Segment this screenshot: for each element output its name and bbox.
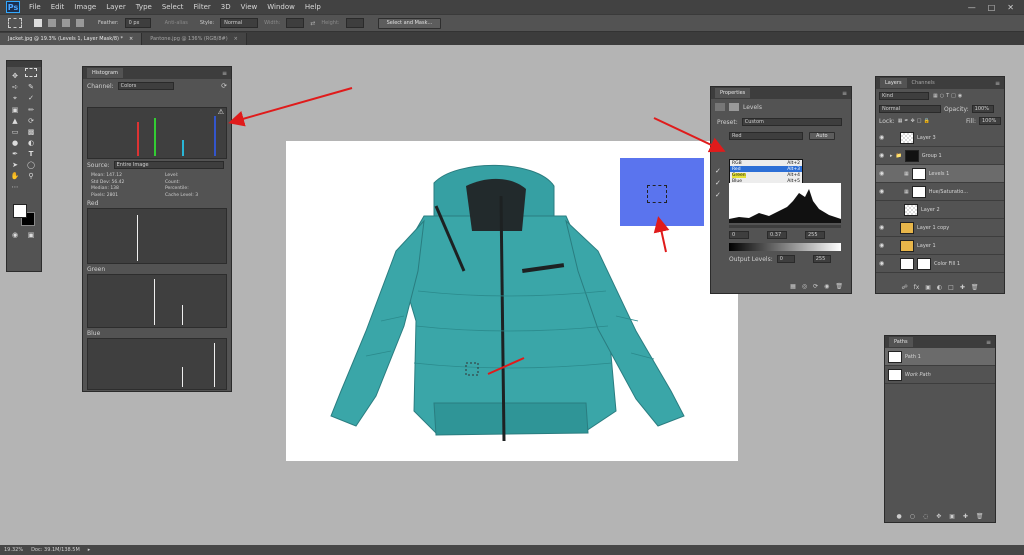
arrow-from-sample: [487, 357, 525, 375]
document-size: Doc: 39.1M/138.5M: [31, 547, 80, 553]
status-bar: 19.32% Doc: 39.1M/138.5M ▸: [0, 545, 1024, 555]
annotation-arrows: [228, 87, 726, 375]
status-menu-icon[interactable]: ▸: [88, 547, 91, 553]
zoom-level[interactable]: 19.32%: [4, 547, 23, 553]
arrow-to-levels-channel: [653, 117, 726, 153]
arrow-to-histogram: [228, 87, 353, 127]
foreground-color-swatch[interactable]: [13, 204, 27, 218]
arrow-to-swatch: [653, 216, 670, 253]
